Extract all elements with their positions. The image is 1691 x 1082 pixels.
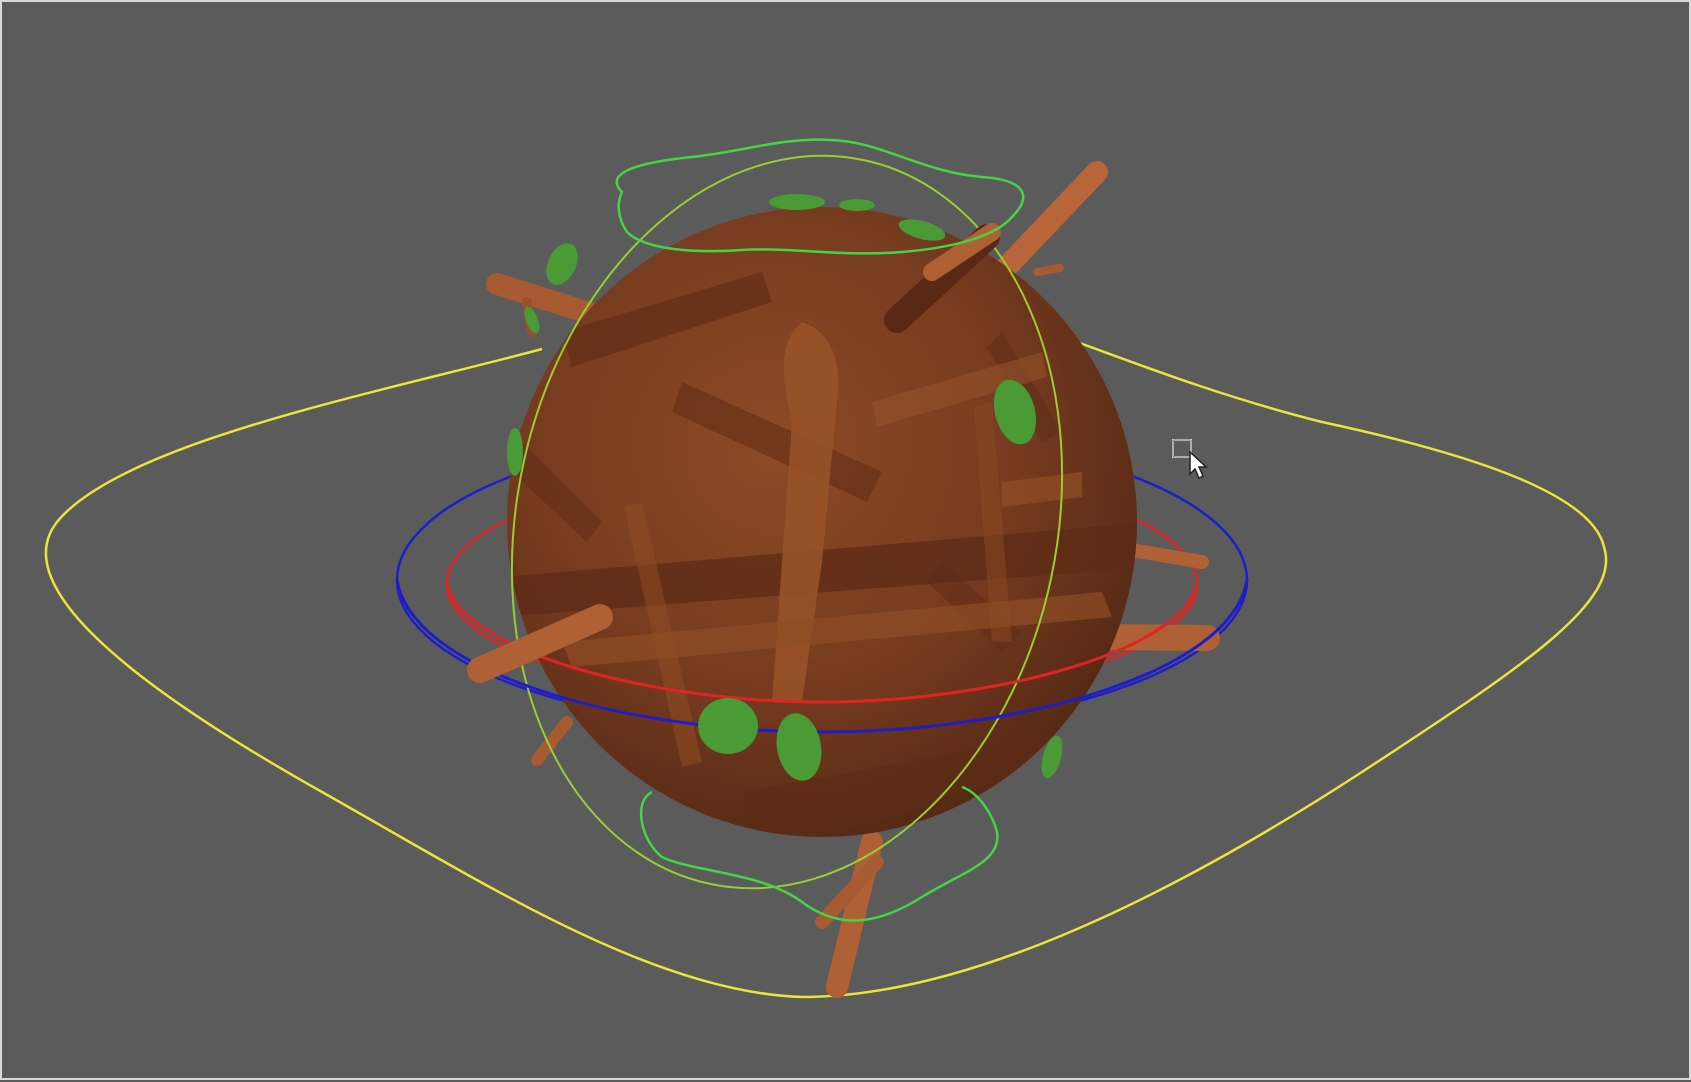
scene-canvas[interactable] bbox=[2, 2, 1691, 1082]
3d-viewport[interactable] bbox=[0, 0, 1691, 1080]
select-box-arrow-cursor-icon bbox=[1172, 439, 1208, 480]
